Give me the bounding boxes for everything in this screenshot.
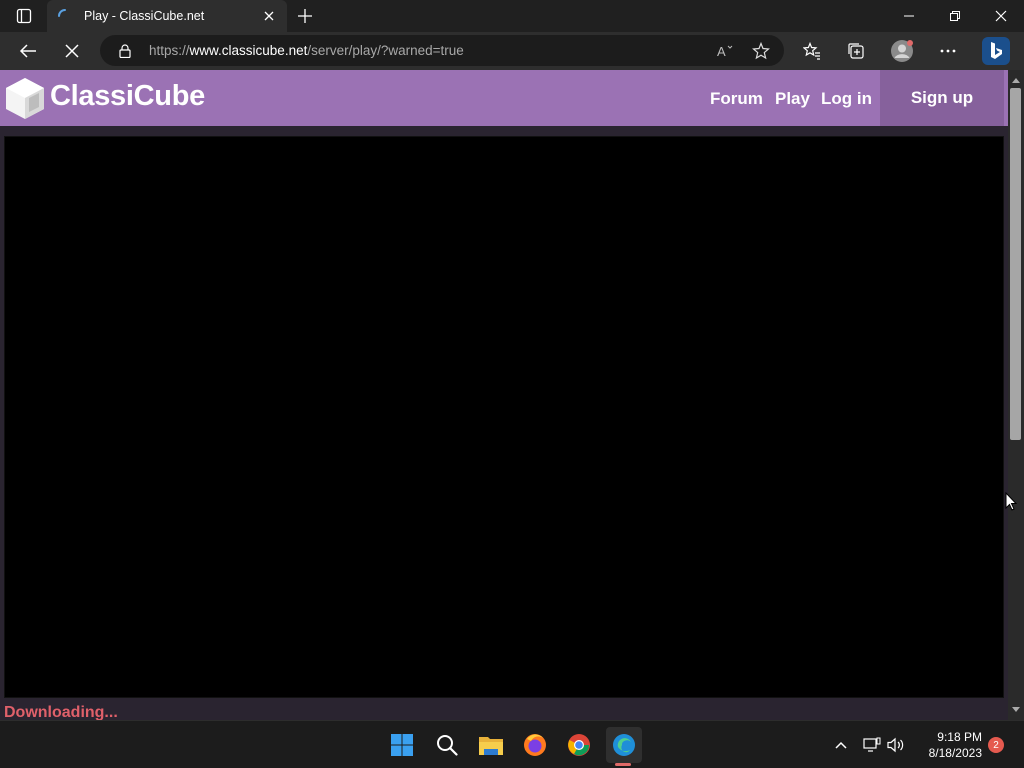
- url-scheme: https://: [149, 43, 190, 58]
- lock-icon[interactable]: [117, 43, 133, 59]
- start-windows-icon[interactable]: [386, 729, 418, 761]
- tab-title: Play - ClassiCube.net: [84, 9, 205, 23]
- scroll-up-arrow-icon[interactable]: [1008, 72, 1024, 88]
- site-header: ClassiCube Forum Play Log in Sign up: [0, 70, 1008, 126]
- nav-play-link[interactable]: Play: [775, 89, 810, 109]
- more-options-icon[interactable]: [932, 36, 964, 66]
- url-host: www.classicube.net: [189, 43, 308, 58]
- game-canvas[interactable]: [4, 136, 1004, 698]
- browser-tab-bar: Play - ClassiCube.net: [0, 0, 1024, 32]
- page-scrollbar[interactable]: [1008, 70, 1024, 720]
- minimize-icon[interactable]: [886, 0, 932, 32]
- stop-loading-icon[interactable]: [56, 36, 88, 66]
- nav-login-link[interactable]: Log in: [821, 89, 872, 109]
- windows-taskbar: 9:18 PM 8/18/2023 2: [0, 720, 1024, 768]
- search-icon[interactable]: [431, 729, 463, 761]
- address-bar[interactable]: https://www.classicube.net/server/play/?…: [100, 35, 784, 66]
- edge-icon[interactable]: [606, 727, 642, 763]
- file-explorer-icon[interactable]: [475, 729, 507, 761]
- show-hidden-icons-chevron-icon[interactable]: [831, 735, 851, 755]
- collections-icon[interactable]: [840, 36, 872, 66]
- loading-status-text: Downloading...: [4, 704, 118, 720]
- mouse-cursor-icon: [1005, 491, 1019, 512]
- nav-forum-link[interactable]: Forum: [710, 89, 763, 109]
- loading-spinner-icon: [57, 8, 73, 24]
- read-aloud-icon[interactable]: A: [716, 42, 734, 60]
- url-path: /server/play/?warned=true: [307, 43, 464, 58]
- firefox-icon[interactable]: [519, 729, 551, 761]
- tab-actions-icon: [16, 8, 32, 24]
- favorite-star-icon[interactable]: [752, 42, 770, 60]
- browser-toolbar: https://www.classicube.net/server/play/?…: [0, 32, 1024, 70]
- web-page: ClassiCube Forum Play Log in Sign up Dow…: [0, 70, 1008, 720]
- notification-badge[interactable]: 2: [988, 737, 1004, 753]
- tab-close-icon[interactable]: [257, 4, 281, 28]
- profile-avatar-icon[interactable]: [886, 36, 918, 66]
- volume-icon[interactable]: [886, 735, 906, 755]
- new-tab-icon[interactable]: [293, 4, 317, 28]
- svg-text:A: A: [717, 44, 726, 59]
- back-icon[interactable]: [12, 36, 44, 66]
- url-text[interactable]: https://www.classicube.net/server/play/?…: [149, 43, 464, 58]
- restore-icon[interactable]: [932, 0, 978, 32]
- close-window-icon[interactable]: [978, 0, 1024, 32]
- clock-time: 9:18 PM: [937, 730, 982, 744]
- bing-copilot-icon[interactable]: [980, 36, 1012, 66]
- network-icon[interactable]: [862, 735, 882, 755]
- browser-tab-active[interactable]: Play - ClassiCube.net: [47, 0, 287, 32]
- signup-button[interactable]: Sign up: [880, 70, 1004, 126]
- favorites-icon[interactable]: [796, 36, 828, 66]
- scroll-thumb[interactable]: [1010, 88, 1021, 440]
- site-brand[interactable]: ClassiCube: [50, 80, 205, 113]
- clock-date: 8/18/2023: [928, 746, 982, 760]
- tab-actions-button[interactable]: [8, 4, 40, 28]
- chrome-icon[interactable]: [563, 729, 595, 761]
- system-clock[interactable]: 9:18 PM 8/18/2023: [916, 729, 982, 761]
- active-app-indicator: [615, 763, 631, 766]
- classicube-logo-icon[interactable]: [4, 76, 46, 120]
- scroll-down-arrow-icon[interactable]: [1008, 702, 1024, 718]
